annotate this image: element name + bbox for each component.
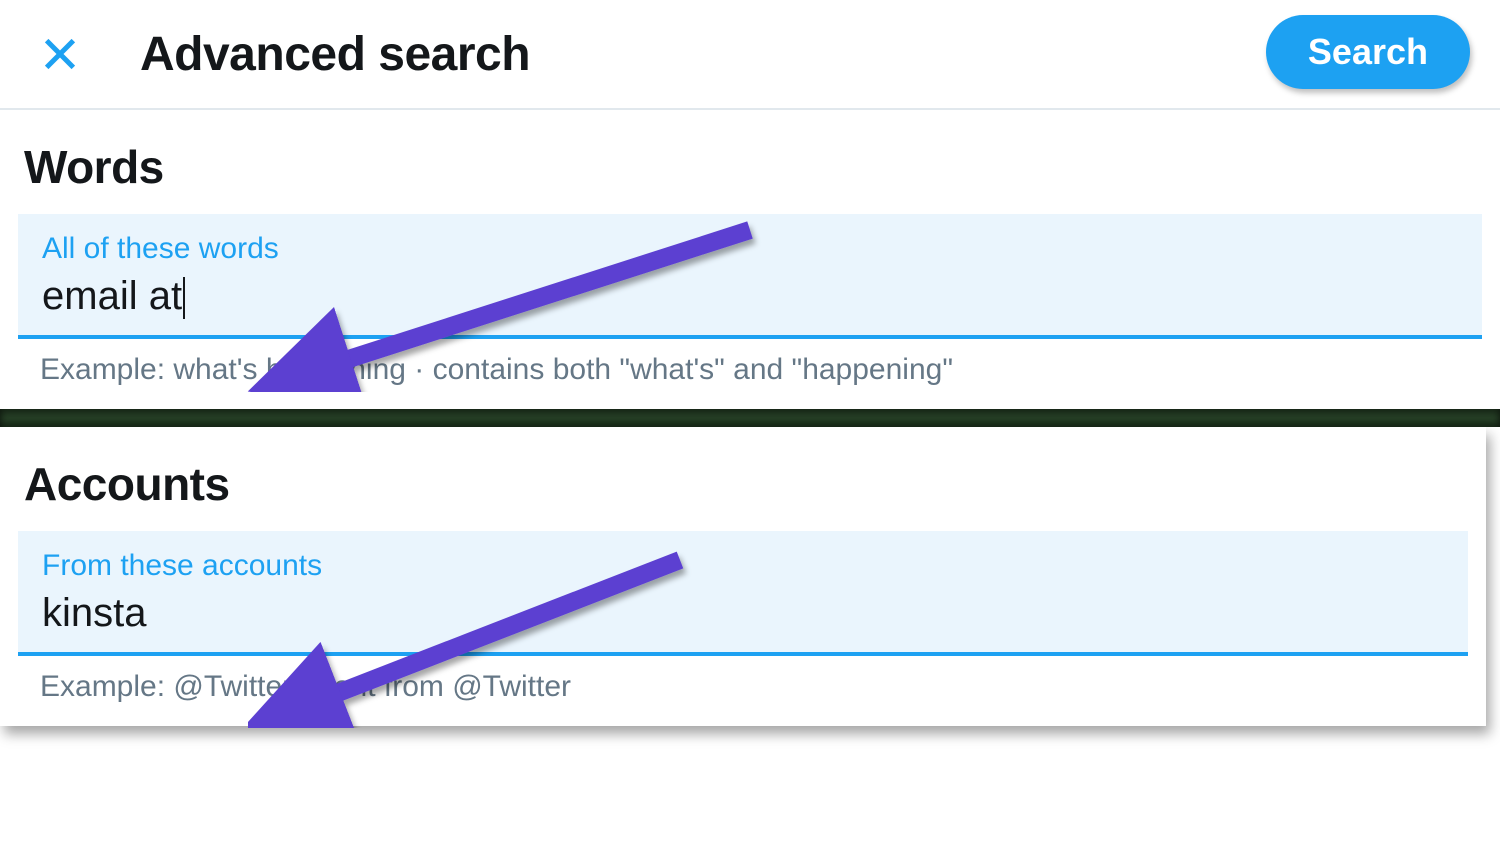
words-section: Words All of these words email at Exampl…: [0, 110, 1500, 409]
words-section-title: Words: [0, 110, 1500, 214]
from-accounts-field[interactable]: From these accounts: [18, 531, 1468, 656]
accounts-section: Accounts From these accounts Example: @T…: [0, 427, 1486, 726]
text-caret: [183, 277, 185, 319]
from-accounts-input[interactable]: [42, 587, 1444, 642]
search-button[interactable]: Search: [1266, 15, 1470, 89]
close-icon: [40, 34, 80, 74]
header-bar: Advanced search Search: [0, 0, 1500, 110]
accounts-section-title: Accounts: [0, 427, 1486, 531]
panel-divider: [0, 409, 1500, 427]
from-accounts-label: From these accounts: [42, 549, 1444, 583]
close-button[interactable]: [30, 24, 90, 84]
all-words-label: All of these words: [42, 232, 1458, 266]
all-words-input[interactable]: email at: [42, 270, 182, 325]
from-accounts-hint: Example: @Twitter · sent from @Twitter: [0, 656, 1486, 726]
all-words-field[interactable]: All of these words email at: [18, 214, 1482, 339]
all-words-hint: Example: what's happening · contains bot…: [0, 339, 1500, 409]
page-title: Advanced search: [140, 27, 530, 82]
